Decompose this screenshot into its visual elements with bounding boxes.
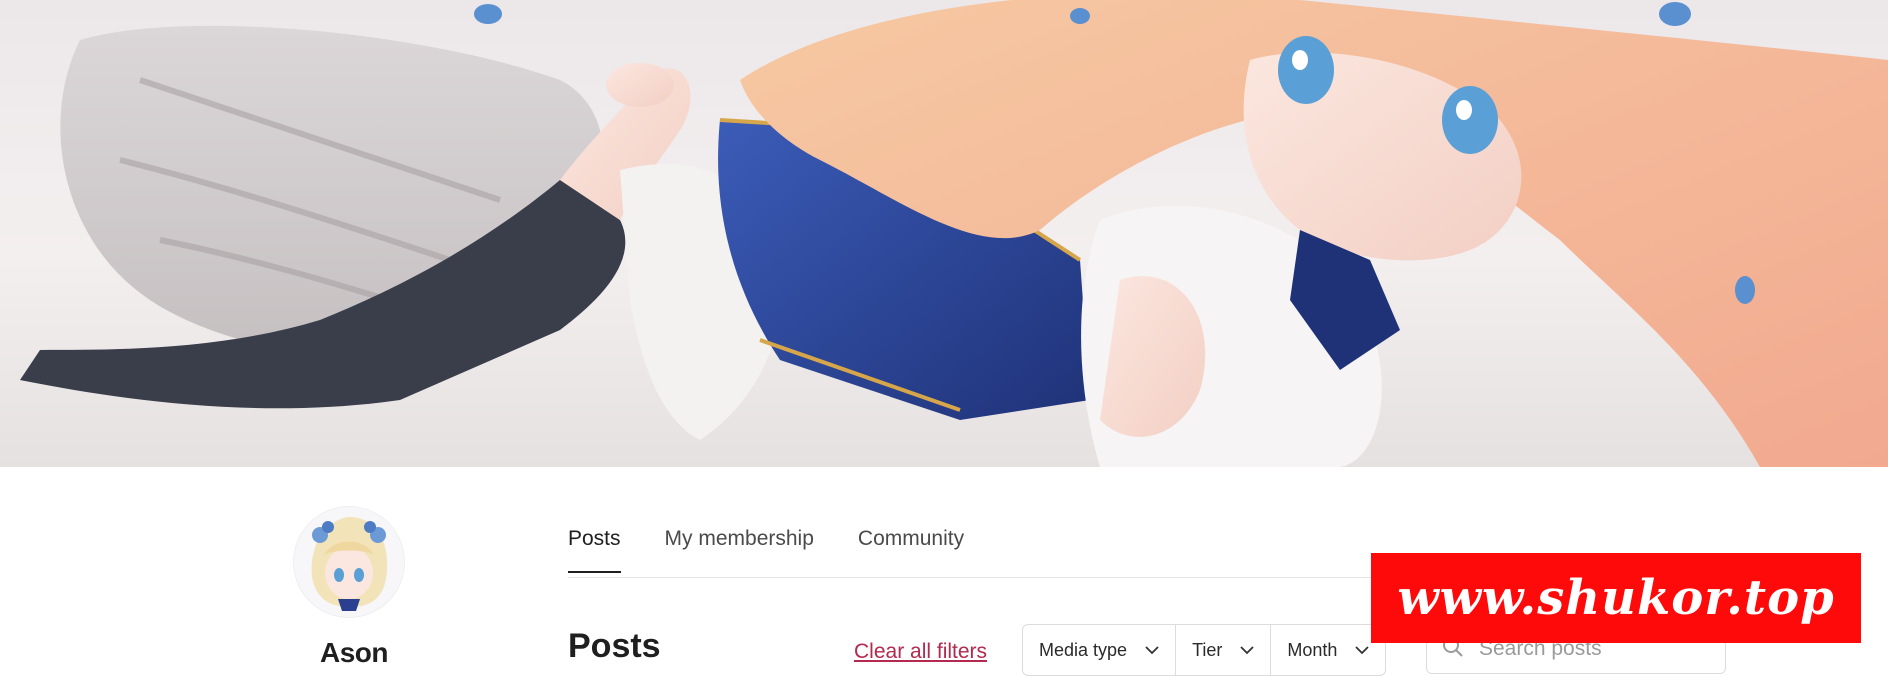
chevron-down-icon <box>1240 642 1255 658</box>
chevron-down-icon <box>1145 642 1159 658</box>
media-type-filter[interactable]: Media type <box>1023 625 1177 675</box>
tab-posts[interactable]: Posts <box>568 527 621 573</box>
tier-filter-label: Tier <box>1192 639 1223 660</box>
posts-section-title: Posts <box>568 627 661 665</box>
month-filter-label: Month <box>1287 639 1338 660</box>
cover-banner-image <box>0 0 1888 467</box>
avatar-illustration <box>294 507 404 617</box>
tier-filter[interactable]: Tier <box>1176 625 1272 675</box>
post-filters: Media type Tier Month <box>1022 624 1387 676</box>
media-type-filter-label: Media type <box>1039 639 1128 660</box>
watermark-text: www.shukor.top <box>1397 570 1835 626</box>
tab-my-membership[interactable]: My membership <box>665 527 814 573</box>
creator-tabs: Posts My membership Community <box>568 527 1008 573</box>
month-filter[interactable]: Month <box>1271 625 1385 675</box>
creator-avatar[interactable] <box>294 507 404 617</box>
chevron-down-icon <box>1355 642 1370 658</box>
creator-name: Ason <box>320 637 389 668</box>
clear-all-filters-link[interactable]: Clear all filters <box>854 640 987 664</box>
tab-community[interactable]: Community <box>858 527 964 573</box>
watermark-overlay: www.shukor.top <box>1371 553 1861 643</box>
